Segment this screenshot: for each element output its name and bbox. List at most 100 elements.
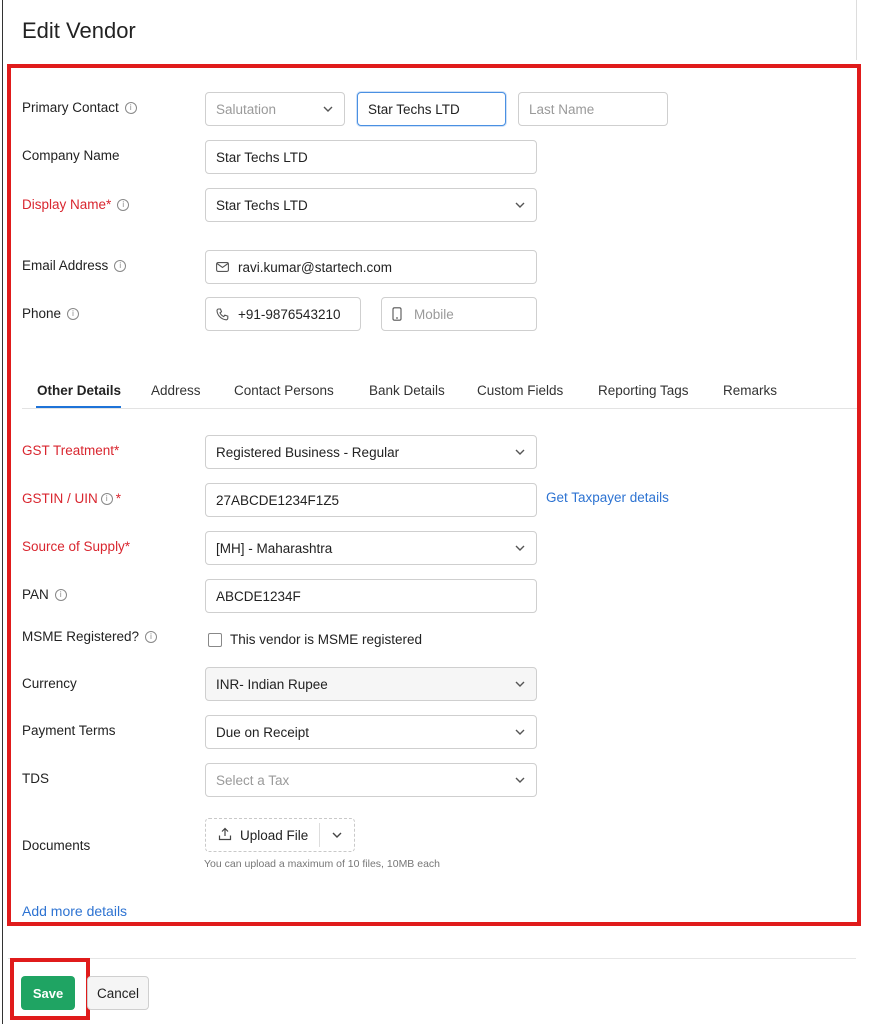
primary-contact-label: Primary Contact i [22,100,137,115]
company-name-label-text: Company Name [22,148,120,163]
documents-label-text: Documents [22,838,91,853]
get-taxpayer-details-link[interactable]: Get Taxpayer details [546,490,669,505]
pan-value: ABCDE1234F [216,588,301,604]
tds-label: TDS [22,771,49,786]
company-name-input[interactable]: Star Techs LTD [205,140,537,174]
info-icon[interactable]: i [67,307,80,320]
chevron-down-icon [331,829,343,841]
display-name-label: Display Name* i [22,197,130,212]
tab-other-details[interactable]: Other Details [37,383,121,398]
msme-checkbox-row[interactable]: This vendor is MSME registered [208,632,422,647]
documents-label: Documents [22,838,90,853]
msme-label-text: MSME Registered? [22,629,140,644]
tab-bank-details[interactable]: Bank Details [369,383,445,398]
salutation-select[interactable]: Salutation [205,92,345,126]
first-name-value: Star Techs LTD [368,101,460,117]
info-icon[interactable]: i [100,492,113,505]
info-icon[interactable]: i [114,259,127,272]
gst-treatment-label: GST Treatment* [22,443,119,458]
active-tab-indicator [36,406,121,408]
upload-options-dropdown[interactable] [320,829,354,841]
window-right-border [856,0,857,60]
footer-divider [8,958,856,959]
msme-checkbox[interactable] [208,632,222,647]
mail-icon [216,260,230,274]
info-icon[interactable]: i [145,630,158,643]
msme-checkbox-label: This vendor is MSME registered [230,632,423,647]
vendor-tabs: Other Details Address Contact Persons Ba… [22,372,857,409]
page-title: Edit Vendor [22,18,136,43]
tds-select[interactable]: Select a Tax [205,763,537,797]
tab-remarks[interactable]: Remarks [723,383,777,398]
gstin-required-mark: * [115,491,122,506]
last-name-input[interactable]: Last Name [518,92,668,126]
chevron-down-icon [514,542,526,554]
info-icon[interactable]: i [117,198,130,211]
source-of-supply-value: [MH] - Maharashtra [216,540,333,556]
pan-input[interactable]: ABCDE1234F [205,579,537,613]
chevron-down-icon [514,774,526,786]
email-input[interactable]: ravi.kumar@startech.com [205,250,537,284]
gstin-label-text: GSTIN / UIN [22,491,98,506]
gstin-input[interactable]: 27ABCDE1234F1Z5 [205,483,537,517]
upload-file-label: Upload File [240,827,309,843]
gst-treatment-select[interactable]: Registered Business - Regular [205,435,537,469]
tds-placeholder: Select a Tax [216,772,290,788]
tab-contact-persons[interactable]: Contact Persons [234,383,334,398]
payment-terms-value: Due on Receipt [216,724,310,740]
gst-treatment-label-text: GST Treatment* [22,443,120,458]
payment-terms-label: Payment Terms [22,723,116,738]
chevron-down-icon [514,678,526,690]
work-phone-value: +91-9876543210 [238,306,341,322]
currency-value: INR- Indian Rupee [216,676,328,692]
tab-address[interactable]: Address [151,383,201,398]
currency-label: Currency [22,676,77,691]
company-name-value: Star Techs LTD [216,149,308,165]
payment-terms-select[interactable]: Due on Receipt [205,715,537,749]
payment-terms-label-text: Payment Terms [22,723,116,738]
tab-reporting-tags[interactable]: Reporting Tags [598,383,689,398]
email-value: ravi.kumar@startech.com [238,259,392,275]
chevron-down-icon [514,199,526,211]
gst-treatment-value: Registered Business - Regular [216,444,400,460]
chevron-down-icon [322,103,334,115]
gstin-label: GSTIN / UIN i * [22,491,121,506]
salutation-placeholder: Salutation [216,101,277,117]
source-of-supply-label-text: Source of Supply* [22,539,131,554]
upload-icon [218,827,232,844]
phone-label-text: Phone [22,306,62,321]
upload-file-button[interactable]: Upload File [205,818,355,852]
pan-label: PAN i [22,587,67,602]
display-name-select[interactable]: Star Techs LTD [205,188,537,222]
upload-hint: You can upload a maximum of 10 files, 10… [204,858,440,870]
info-icon[interactable]: i [54,588,67,601]
pan-label-text: PAN [22,587,49,602]
phone-icon [216,307,230,321]
last-name-placeholder: Last Name [529,101,595,117]
source-of-supply-label: Source of Supply* [22,539,130,554]
display-name-value: Star Techs LTD [216,197,308,213]
currency-label-text: Currency [22,676,77,691]
upload-file-main[interactable]: Upload File [206,827,319,844]
info-icon[interactable]: i [124,101,137,114]
primary-contact-label-text: Primary Contact [22,100,119,115]
tds-label-text: TDS [22,771,49,786]
display-name-label-text: Display Name* [22,197,112,212]
highlight-box-save [10,958,90,1020]
chevron-down-icon [514,446,526,458]
phone-label: Phone i [22,306,80,321]
add-more-details-link[interactable]: Add more details [22,903,127,919]
first-name-input[interactable]: Star Techs LTD [357,92,506,126]
window-left-border [2,0,3,1024]
chevron-down-icon [514,726,526,738]
mobile-icon [392,307,406,321]
tab-custom-fields[interactable]: Custom Fields [477,383,563,398]
currency-select[interactable]: INR- Indian Rupee [205,667,537,701]
mobile-input[interactable]: Mobile [381,297,537,331]
source-of-supply-select[interactable]: [MH] - Maharashtra [205,531,537,565]
cancel-button[interactable]: Cancel [87,976,149,1010]
work-phone-input[interactable]: +91-9876543210 [205,297,361,331]
email-label: Email Address i [22,258,127,273]
gstin-value: 27ABCDE1234F1Z5 [216,492,340,508]
company-name-label: Company Name [22,148,120,163]
